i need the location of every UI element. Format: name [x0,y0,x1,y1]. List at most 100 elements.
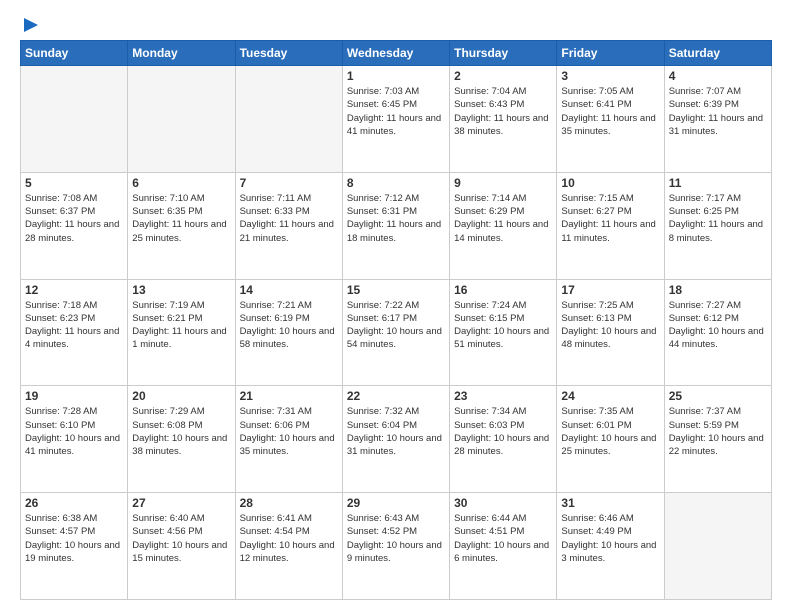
day-cell [235,66,342,173]
weekday-header-row: SundayMondayTuesdayWednesdayThursdayFrid… [21,41,772,66]
day-number: 7 [240,176,338,190]
day-info: Sunrise: 7:12 AM Sunset: 6:31 PM Dayligh… [347,192,445,245]
day-number: 6 [132,176,230,190]
day-info: Sunrise: 7:25 AM Sunset: 6:13 PM Dayligh… [561,299,659,352]
day-cell: 7 Sunrise: 7:11 AM Sunset: 6:33 PM Daylig… [235,172,342,279]
day-cell: 10 Sunrise: 7:15 AM Sunset: 6:27 PM Dayli… [557,172,664,279]
day-info: Sunrise: 7:32 AM Sunset: 6:04 PM Dayligh… [347,405,445,458]
day-number: 28 [240,496,338,510]
day-number: 2 [454,69,552,83]
day-number: 9 [454,176,552,190]
header [20,16,772,30]
weekday-header-wednesday: Wednesday [342,41,449,66]
day-number: 10 [561,176,659,190]
day-number: 8 [347,176,445,190]
day-cell: 24 Sunrise: 7:35 AM Sunset: 6:01 PM Dayli… [557,386,664,493]
day-number: 4 [669,69,767,83]
day-cell: 8 Sunrise: 7:12 AM Sunset: 6:31 PM Daylig… [342,172,449,279]
day-cell: 2 Sunrise: 7:04 AM Sunset: 6:43 PM Daylig… [450,66,557,173]
day-info: Sunrise: 7:22 AM Sunset: 6:17 PM Dayligh… [347,299,445,352]
week-row-2: 5Sunrise: 7:08 AM Sunset: 6:37 PM Daylig… [21,172,772,279]
day-number: 22 [347,389,445,403]
day-cell: 12Sunrise: 7:18 AM Sunset: 6:23 PM Dayli… [21,279,128,386]
day-info: Sunrise: 6:40 AM Sunset: 4:56 PM Dayligh… [132,512,230,565]
day-number: 29 [347,496,445,510]
day-info: Sunrise: 7:19 AM Sunset: 6:21 PM Dayligh… [132,299,230,352]
weekday-header-monday: Monday [128,41,235,66]
day-number: 16 [454,283,552,297]
day-number: 24 [561,389,659,403]
day-info: Sunrise: 6:43 AM Sunset: 4:52 PM Dayligh… [347,512,445,565]
day-cell [128,66,235,173]
day-info: Sunrise: 7:35 AM Sunset: 6:01 PM Dayligh… [561,405,659,458]
week-row-1: 1 Sunrise: 7:03 AM Sunset: 6:45 PM Daylig… [21,66,772,173]
day-info: Sunrise: 6:44 AM Sunset: 4:51 PM Dayligh… [454,512,552,565]
day-info: Sunrise: 7:07 AM Sunset: 6:39 PM Dayligh… [669,85,767,138]
calendar-table: SundayMondayTuesdayWednesdayThursdayFrid… [20,40,772,600]
day-info: Sunrise: 7:21 AM Sunset: 6:19 PM Dayligh… [240,299,338,352]
day-number: 25 [669,389,767,403]
day-cell [21,66,128,173]
day-number: 20 [132,389,230,403]
day-info: Sunrise: 7:27 AM Sunset: 6:12 PM Dayligh… [669,299,767,352]
day-cell: 3Sunrise: 7:05 AM Sunset: 6:41 PM Daylig… [557,66,664,173]
day-cell: 21Sunrise: 7:31 AM Sunset: 6:06 PM Dayli… [235,386,342,493]
day-info: Sunrise: 7:04 AM Sunset: 6:43 PM Dayligh… [454,85,552,138]
page: SundayMondayTuesdayWednesdayThursdayFrid… [0,0,792,612]
day-info: Sunrise: 7:17 AM Sunset: 6:25 PM Dayligh… [669,192,767,245]
day-number: 1 [347,69,445,83]
day-info: Sunrise: 7:15 AM Sunset: 6:27 PM Dayligh… [561,192,659,245]
day-info: Sunrise: 7:05 AM Sunset: 6:41 PM Dayligh… [561,85,659,138]
weekday-header-sunday: Sunday [21,41,128,66]
day-cell: 13Sunrise: 7:19 AM Sunset: 6:21 PM Dayli… [128,279,235,386]
day-cell: 22 Sunrise: 7:32 AM Sunset: 6:04 PM Dayli… [342,386,449,493]
day-cell: 4 Sunrise: 7:07 AM Sunset: 6:39 PM Daylig… [664,66,771,173]
day-number: 31 [561,496,659,510]
day-number: 18 [669,283,767,297]
day-cell: 23 Sunrise: 7:34 AM Sunset: 6:03 PM Dayli… [450,386,557,493]
day-number: 30 [454,496,552,510]
day-number: 5 [25,176,123,190]
day-cell: 17 Sunrise: 7:25 AM Sunset: 6:13 PM Dayli… [557,279,664,386]
week-row-5: 26Sunrise: 6:38 AM Sunset: 4:57 PM Dayli… [21,493,772,600]
day-info: Sunrise: 6:46 AM Sunset: 4:49 PM Dayligh… [561,512,659,565]
day-info: Sunrise: 7:14 AM Sunset: 6:29 PM Dayligh… [454,192,552,245]
day-cell: 19Sunrise: 7:28 AM Sunset: 6:10 PM Dayli… [21,386,128,493]
weekday-header-saturday: Saturday [664,41,771,66]
day-info: Sunrise: 7:34 AM Sunset: 6:03 PM Dayligh… [454,405,552,458]
day-cell: 6 Sunrise: 7:10 AM Sunset: 6:35 PM Daylig… [128,172,235,279]
day-cell: 29 Sunrise: 6:43 AM Sunset: 4:52 PM Dayli… [342,493,449,600]
day-info: Sunrise: 7:37 AM Sunset: 5:59 PM Dayligh… [669,405,767,458]
day-cell: 20Sunrise: 7:29 AM Sunset: 6:08 PM Dayli… [128,386,235,493]
day-number: 17 [561,283,659,297]
logo-flag-icon [22,16,40,34]
day-number: 11 [669,176,767,190]
weekday-header-thursday: Thursday [450,41,557,66]
day-info: Sunrise: 7:11 AM Sunset: 6:33 PM Dayligh… [240,192,338,245]
day-number: 15 [347,283,445,297]
day-cell: 18 Sunrise: 7:27 AM Sunset: 6:12 PM Dayli… [664,279,771,386]
week-row-3: 12Sunrise: 7:18 AM Sunset: 6:23 PM Dayli… [21,279,772,386]
day-cell: 28 Sunrise: 6:41 AM Sunset: 4:54 PM Dayli… [235,493,342,600]
day-info: Sunrise: 7:28 AM Sunset: 6:10 PM Dayligh… [25,405,123,458]
weekday-header-friday: Friday [557,41,664,66]
day-info: Sunrise: 7:10 AM Sunset: 6:35 PM Dayligh… [132,192,230,245]
logo [20,16,40,30]
day-number: 27 [132,496,230,510]
day-cell: 15 Sunrise: 7:22 AM Sunset: 6:17 PM Dayli… [342,279,449,386]
day-number: 21 [240,389,338,403]
weekday-header-tuesday: Tuesday [235,41,342,66]
day-cell: 31 Sunrise: 6:46 AM Sunset: 4:49 PM Dayli… [557,493,664,600]
day-cell: 25 Sunrise: 7:37 AM Sunset: 5:59 PM Dayli… [664,386,771,493]
day-number: 23 [454,389,552,403]
day-cell [664,493,771,600]
day-cell: 30 Sunrise: 6:44 AM Sunset: 4:51 PM Dayli… [450,493,557,600]
day-info: Sunrise: 7:03 AM Sunset: 6:45 PM Dayligh… [347,85,445,138]
day-cell: 5Sunrise: 7:08 AM Sunset: 6:37 PM Daylig… [21,172,128,279]
week-row-4: 19Sunrise: 7:28 AM Sunset: 6:10 PM Dayli… [21,386,772,493]
day-info: Sunrise: 6:41 AM Sunset: 4:54 PM Dayligh… [240,512,338,565]
day-cell: 1 Sunrise: 7:03 AM Sunset: 6:45 PM Daylig… [342,66,449,173]
day-number: 26 [25,496,123,510]
day-cell: 26Sunrise: 6:38 AM Sunset: 4:57 PM Dayli… [21,493,128,600]
day-info: Sunrise: 7:24 AM Sunset: 6:15 PM Dayligh… [454,299,552,352]
